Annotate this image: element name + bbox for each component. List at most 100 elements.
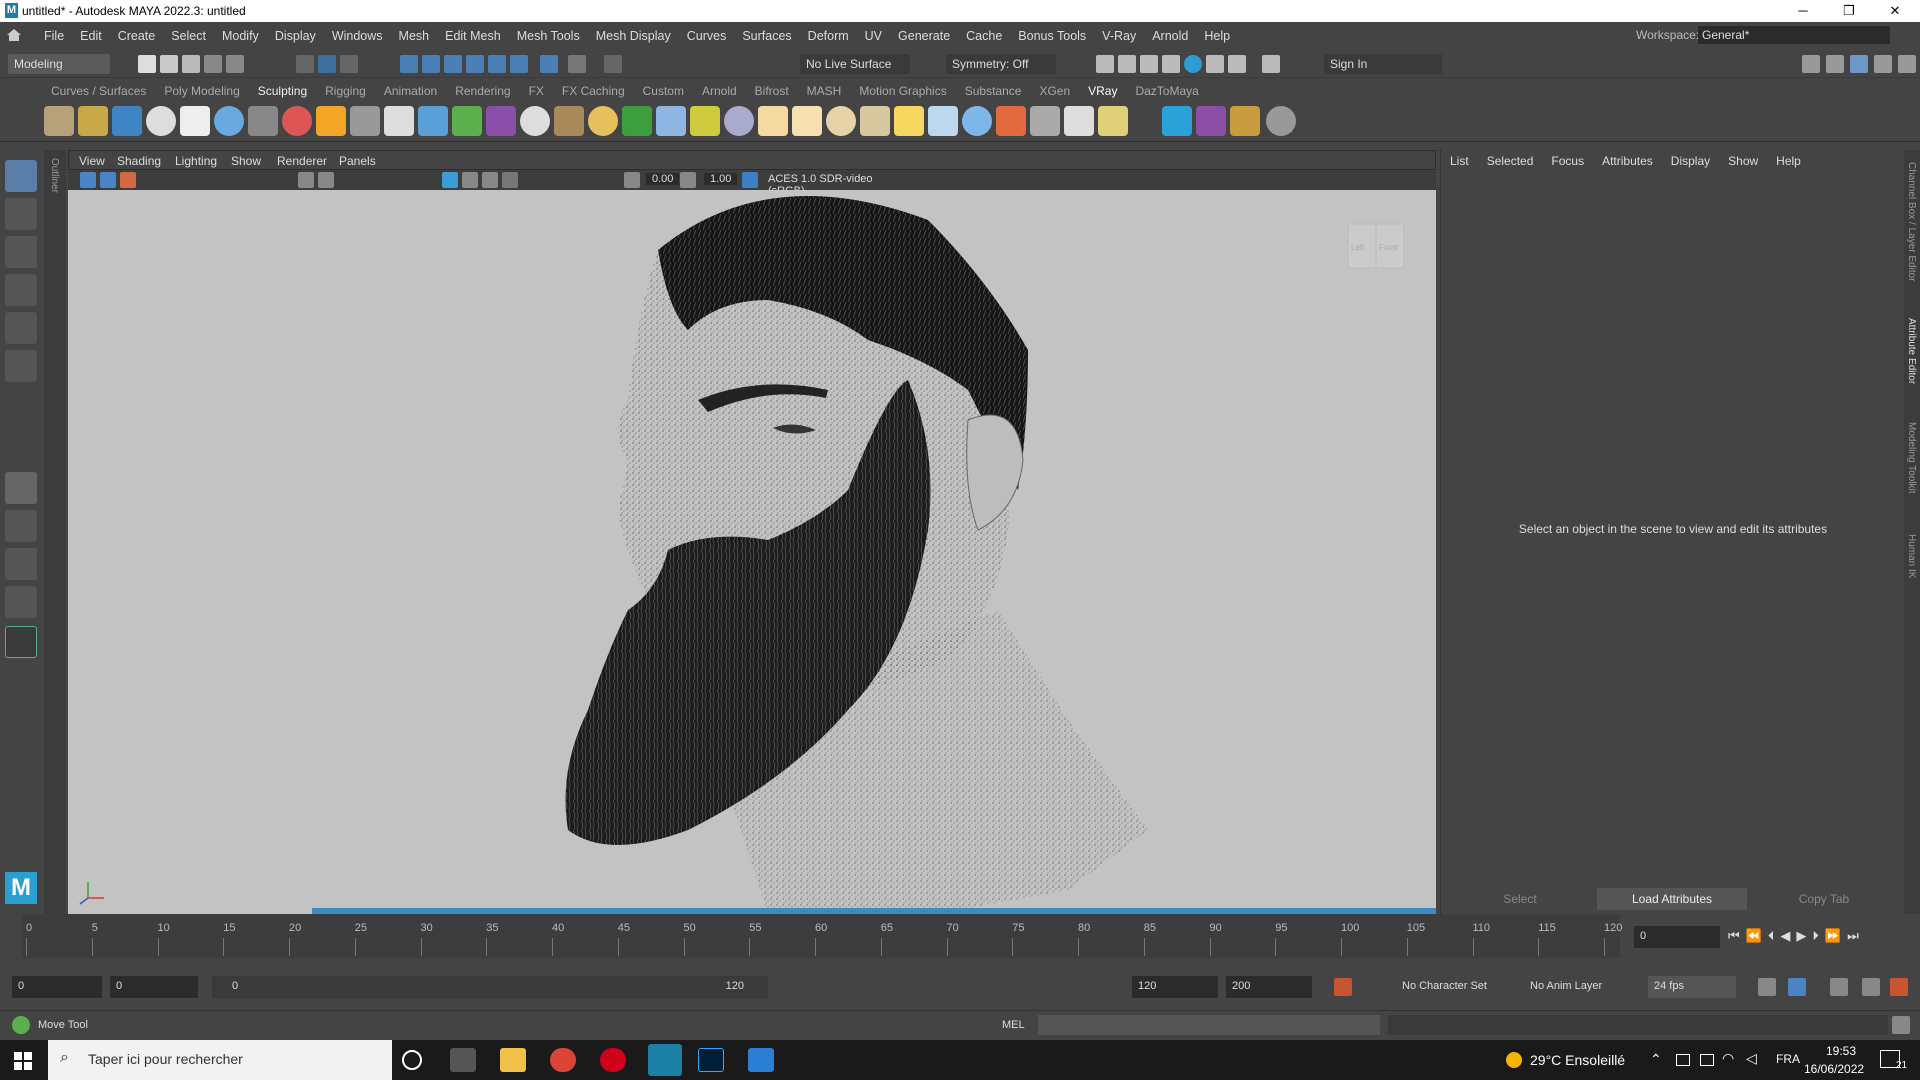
side-tab-channel-box[interactable]: Channel Box / Layer Editor — [1906, 162, 1917, 282]
persp-outliner-layout-icon[interactable] — [5, 548, 37, 580]
exposure-field[interactable]: 0.00 — [646, 173, 680, 185]
gamma-field[interactable]: 1.00 — [704, 173, 738, 185]
shelf-tab-rigging[interactable]: Rigging — [316, 84, 375, 98]
menu-mesh-display[interactable]: Mesh Display — [588, 29, 679, 43]
vray-omni-light-icon[interactable] — [826, 106, 856, 136]
menu-create[interactable]: Create — [110, 29, 164, 43]
outliner-layout-icon[interactable] — [5, 586, 37, 618]
battery-icon[interactable] — [1700, 1054, 1714, 1066]
shelf-tab-curves-surfaces[interactable]: Curves / Surfaces — [42, 84, 155, 98]
go-to-start-icon[interactable]: ⏮ — [1728, 928, 1740, 944]
menu-help[interactable]: Help — [1196, 29, 1238, 43]
step-forward-frame-icon[interactable]: ⏵ — [1812, 928, 1819, 944]
symmetry-field[interactable]: Symmetry: Off — [946, 54, 1056, 74]
character-icon[interactable] — [1890, 978, 1908, 996]
photoshop-icon[interactable] — [698, 1048, 724, 1072]
taskbar-search-box[interactable]: ⌕ Taper ici pour rechercher — [48, 1040, 392, 1080]
menu-windows[interactable]: Windows — [324, 29, 391, 43]
anim-end-field[interactable]: 120 — [1132, 976, 1218, 998]
fps-select[interactable]: 24 fps — [1648, 976, 1736, 998]
vray-cloud-icon[interactable] — [1162, 106, 1192, 136]
ae-load-attributes-button[interactable]: Load Attributes — [1597, 888, 1747, 910]
scale-tool-icon[interactable] — [5, 350, 37, 382]
tray-chevron-icon[interactable]: ⌃ — [1650, 1051, 1662, 1068]
select-by-component-icon[interactable] — [340, 55, 358, 73]
open-scene-icon[interactable] — [160, 55, 178, 73]
opera-icon[interactable] — [600, 1048, 626, 1072]
panel-menu-shading[interactable]: Shading — [117, 154, 161, 168]
anim-layer-select[interactable]: No Anim Layer — [1530, 980, 1602, 992]
clock-time[interactable]: 19:53 — [1826, 1044, 1856, 1058]
grid-icon[interactable] — [298, 172, 314, 188]
ae-menu-focus[interactable]: Focus — [1542, 154, 1593, 168]
ae-copy-tab-button[interactable]: Copy Tab — [1749, 888, 1899, 910]
menu-mesh[interactable]: Mesh — [391, 29, 438, 43]
menu-deform[interactable]: Deform — [800, 29, 857, 43]
ae-menu-help[interactable]: Help — [1767, 154, 1810, 168]
play-back-icon[interactable]: ◀ — [1780, 928, 1790, 944]
step-back-frame-icon[interactable]: ⏴ — [1768, 928, 1775, 944]
snap-curve-icon[interactable] — [422, 55, 440, 73]
time-ruler[interactable]: 0 5 10 15 20 25 30 35 40 45 50 55 60 65 70 75 80 85 90 95 10… — [22, 914, 1622, 958]
vray-frame-buffer-icon[interactable] — [1206, 55, 1224, 73]
panel-menu-renderer[interactable]: Renderer — [277, 154, 327, 168]
search-icon[interactable] — [5, 626, 37, 658]
shelf-tab-xgen[interactable]: XGen — [1030, 84, 1079, 98]
shelf-tab-rendering[interactable]: Rendering — [446, 84, 519, 98]
shelf-tab-arnold[interactable]: Arnold — [693, 84, 746, 98]
end-time-field[interactable]: 200 — [1226, 976, 1312, 998]
vray-ipr-icon[interactable] — [112, 106, 142, 136]
panel-menu-view[interactable]: View — [79, 154, 105, 168]
input-language[interactable]: FRA — [1776, 1052, 1800, 1066]
side-tab-human-ik[interactable]: Human IK — [1906, 534, 1917, 578]
new-scene-icon[interactable] — [138, 55, 156, 73]
lasso-tool-icon[interactable] — [5, 198, 37, 230]
vray-render-settings-icon[interactable] — [44, 106, 74, 136]
current-frame-field[interactable]: 0 — [1634, 926, 1720, 948]
perspective-viewport[interactable]: Left Front — [68, 190, 1436, 914]
start-time-field[interactable]: 0 — [12, 976, 102, 998]
workspace-select[interactable]: General* — [1698, 26, 1890, 44]
panel-menu-lighting[interactable]: Lighting — [175, 154, 217, 168]
menu-generate[interactable]: Generate — [890, 29, 958, 43]
vray-material-icon[interactable] — [180, 106, 210, 136]
shelf-tab-fx-caching[interactable]: FX Caching — [553, 84, 634, 98]
maximize-button[interactable]: ❐ — [1826, 0, 1872, 22]
wifi-icon[interactable]: ◠ — [1722, 1050, 1734, 1067]
vray-light-select-icon[interactable] — [894, 106, 924, 136]
vray-toon-icon[interactable] — [996, 106, 1026, 136]
time-slider[interactable]: 0 5 10 15 20 25 30 35 40 45 50 55 60 65 70 75 80 85 90 95 10… — [0, 914, 1920, 964]
vray-clipper-icon[interactable] — [690, 106, 720, 136]
vray-camera-icon[interactable] — [248, 106, 278, 136]
viewcube-front-face[interactable]: Front — [1379, 243, 1398, 252]
move-tool-icon[interactable] — [5, 274, 37, 306]
vray-plane-icon[interactable] — [350, 106, 380, 136]
panel-menu-show[interactable]: Show — [231, 154, 261, 168]
tool-settings-toggle-icon[interactable] — [1874, 55, 1892, 73]
vray-cone-icon[interactable] — [860, 106, 890, 136]
sign-in-button[interactable]: Sign In — [1324, 54, 1442, 74]
vray-texture-icon[interactable] — [928, 106, 958, 136]
shelf-tab-vray[interactable]: VRay — [1079, 84, 1126, 98]
snap-edge-icon[interactable] — [510, 55, 528, 73]
ae-menu-attributes[interactable]: Attributes — [1593, 154, 1662, 168]
live-surface-field[interactable]: No Live Surface — [800, 54, 910, 74]
maya-taskbar-icon[interactable] — [648, 1044, 682, 1076]
select-by-hierarchy-icon[interactable] — [296, 55, 314, 73]
go-to-end-icon[interactable]: ⏭ — [1847, 928, 1859, 944]
play-forward-icon[interactable]: ▶ — [1796, 928, 1806, 944]
vray-sun-icon[interactable] — [588, 106, 618, 136]
channel-box-toggle-icon[interactable] — [1850, 55, 1868, 73]
render-view-icon[interactable] — [1096, 55, 1114, 73]
outliner-strip[interactable]: Outliner — [44, 150, 66, 914]
shelf-tab-poly-modeling[interactable]: Poly Modeling — [155, 84, 248, 98]
vray-render-elements-icon[interactable] — [1064, 106, 1094, 136]
shelf-tab-animation[interactable]: Animation — [375, 84, 446, 98]
script-editor-icon[interactable] — [1892, 1016, 1910, 1034]
volume-icon[interactable]: ◁ — [1746, 1050, 1757, 1067]
textured-icon[interactable] — [482, 172, 498, 188]
undo-icon[interactable] — [204, 55, 222, 73]
menu-display[interactable]: Display — [267, 29, 324, 43]
step-forward-key-icon[interactable]: ⏩ — [1825, 928, 1841, 944]
range-slider[interactable]: 0 120 — [212, 976, 768, 998]
